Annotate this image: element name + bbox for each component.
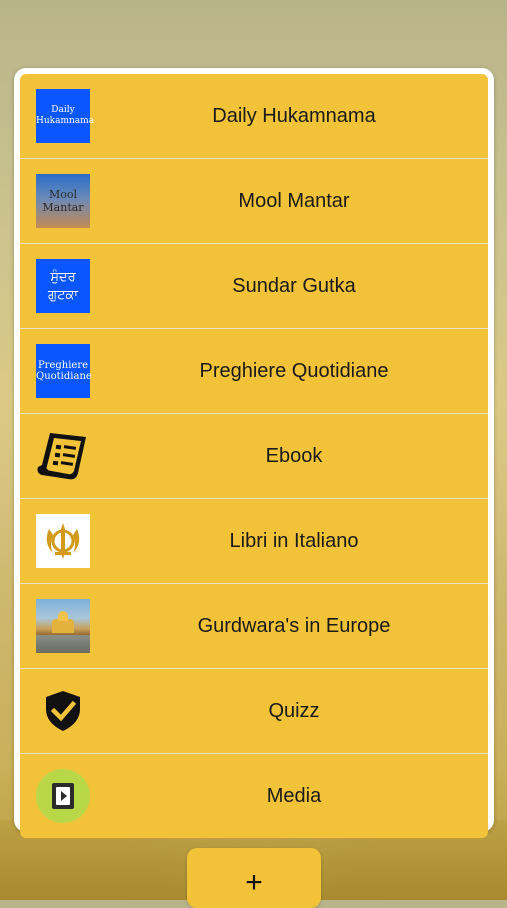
menu-item-ebook[interactable]: Ebook [20,414,488,499]
menu-item-label: Media [266,784,322,807]
menu-panel: Daily Hukamnama Daily Hukamnama Mool Man… [14,68,494,838]
menu-item-label: Gurdwara's in Europe [197,614,391,637]
add-button[interactable]: + [187,848,321,908]
golden-temple-photo-icon [36,599,90,653]
menu-item-label: Daily Hukamnama [212,104,376,127]
menu-item-daily-hukamnama[interactable]: Daily Hukamnama Daily Hukamnama [20,74,488,159]
menu-item-sundar-gutka[interactable]: ਸੁੰਦਰ ਗੁਟਕਾ Sundar Gutka [20,244,488,329]
daily-hukamnama-icon: Daily Hukamnama [36,89,95,143]
menu-item-mool-mantar[interactable]: Mool Mantar Mool Mantar [20,159,488,244]
preghiere-quotidiane-icon: Preghiere Quotidiane [36,344,92,398]
menu-item-label: Mool Mantar [238,189,350,212]
menu-item-label: Preghiere Quotidiane [199,359,389,382]
plus-icon: + [245,866,263,899]
scroll-document-icon [36,429,90,483]
mool-mantar-icon: Mool Mantar [36,174,90,228]
icon-text: Daily [51,105,75,115]
icon-text: Hukamnama [36,116,95,126]
menu-item-label: Libri in Italiano [229,529,359,552]
menu-item-label: Sundar Gutka [232,274,356,297]
menu-item-label: Quizz [268,699,320,722]
icon-text: Quotidiane [36,371,92,382]
icon-text: Mool [48,188,78,201]
menu-list: Daily Hukamnama Daily Hukamnama Mool Man… [20,74,488,838]
menu-item-libri-in-italiano[interactable]: Libri in Italiano [20,499,488,584]
menu-item-preghiere-quotidiane[interactable]: Preghiere Quotidiane Preghiere Quotidian… [20,329,488,414]
khanda-icon [36,514,90,568]
media-player-icon [36,769,90,823]
icon-text: ਸੁੰਦਰ [50,269,76,284]
shield-check-icon [36,684,90,738]
menu-item-media[interactable]: Media [20,754,488,838]
menu-item-label: Ebook [265,444,323,467]
menu-item-quizz[interactable]: Quizz [20,669,488,754]
icon-text: Mantar [42,201,84,214]
icon-text: Preghiere [37,360,89,371]
sundar-gutka-icon: ਸੁੰਦਰ ਗੁਟਕਾ [36,259,90,313]
menu-item-gurdwaras-in-europe[interactable]: Gurdwara's in Europe [20,584,488,669]
icon-text: ਗੁਟਕਾ [48,287,78,302]
